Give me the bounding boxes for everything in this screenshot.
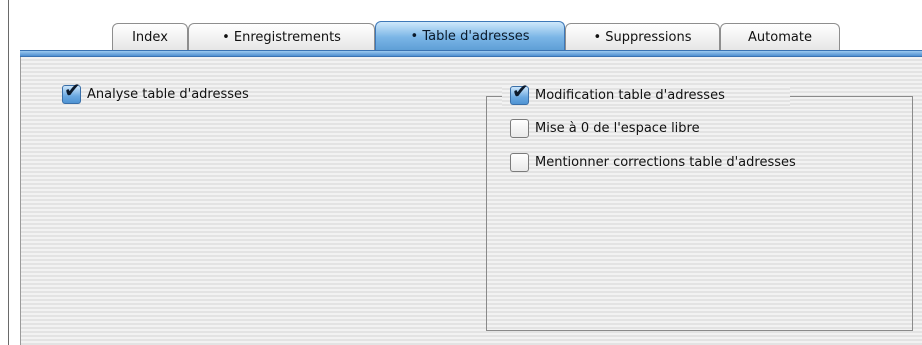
analyse-label: Analyse table d'adresses <box>87 87 249 102</box>
tab-bar-underline <box>20 50 922 57</box>
modification-checkbox[interactable]: ✔ <box>510 81 529 105</box>
check-icon: ✔ <box>64 78 81 102</box>
tab-strip: Index • Enregistrements • Table d'adress… <box>112 19 840 50</box>
tab-automate[interactable]: Automate <box>720 23 840 50</box>
tab-table-adresses[interactable]: • Table d'adresses <box>375 21 565 50</box>
tab-enregistrements[interactable]: • Enregistrements <box>188 23 375 50</box>
modification-label: Modification table d'adresses <box>535 88 725 103</box>
mise-a-zero-label: Mise à 0 de l'espace libre <box>535 121 700 136</box>
mise-a-zero-checkbox[interactable] <box>510 119 529 138</box>
tab-suppressions[interactable]: • Suppressions <box>565 23 720 50</box>
mentionner-checkbox[interactable] <box>510 153 529 172</box>
window-divider <box>8 0 9 345</box>
window-content: Index • Enregistrements • Table d'adress… <box>0 0 922 345</box>
tab-index[interactable]: Index <box>112 23 188 50</box>
analyse-option[interactable]: ✔ Analyse table d'adresses <box>62 80 249 104</box>
mentionner-label: Mentionner corrections table d'adresses <box>535 155 796 170</box>
check-icon: ✔ <box>512 79 529 103</box>
modification-option[interactable]: ✔ Modification table d'adresses <box>510 81 725 105</box>
analyse-checkbox[interactable]: ✔ <box>62 80 81 104</box>
mentionner-option[interactable]: Mentionner corrections table d'adresses <box>510 153 796 172</box>
mise-a-zero-option[interactable]: Mise à 0 de l'espace libre <box>510 119 700 138</box>
